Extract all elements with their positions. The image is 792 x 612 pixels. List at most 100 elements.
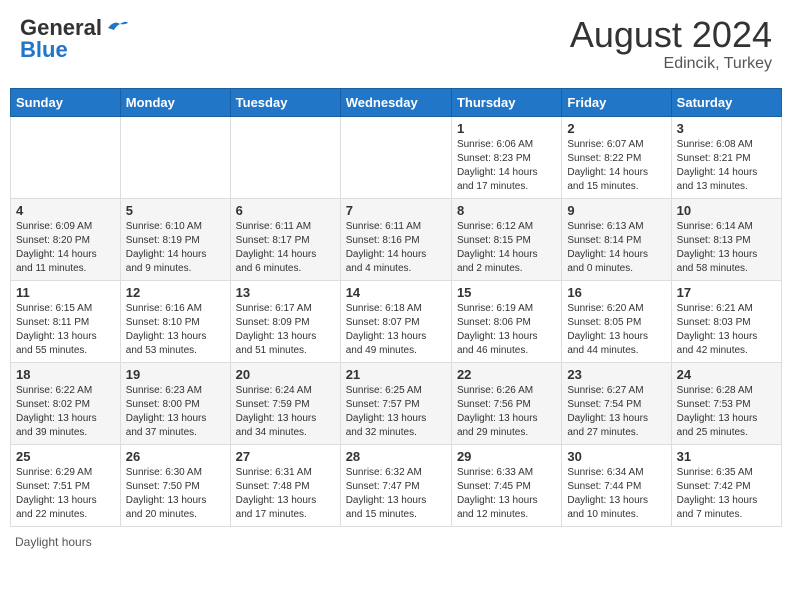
calendar-cell: 6 Sunrise: 6:11 AM Sunset: 8:17 PM Daylig… [230, 198, 340, 280]
calendar-week-row: 18 Sunrise: 6:22 AM Sunset: 8:02 PM Dayli… [11, 362, 782, 444]
day-info: Sunrise: 6:07 AM Sunset: 8:22 PM Dayligh… [567, 138, 665, 194]
day-number: 4 [16, 203, 115, 218]
location: Edincik, Turkey [570, 55, 772, 73]
calendar-cell: 23 Sunrise: 6:27 AM Sunset: 7:54 PM Dayli… [562, 362, 671, 444]
calendar-cell: 10 Sunrise: 6:14 AM Sunset: 8:13 PM Dayli… [671, 198, 781, 280]
day-info: Sunrise: 6:14 AM Sunset: 8:13 PM Dayligh… [677, 220, 776, 276]
day-number: 8 [457, 203, 556, 218]
calendar-cell: 27 Sunrise: 6:31 AM Sunset: 7:48 PM Dayli… [230, 444, 340, 526]
day-number: 28 [346, 449, 446, 464]
day-info: Sunrise: 6:19 AM Sunset: 8:06 PM Dayligh… [457, 302, 556, 358]
calendar-cell: 31 Sunrise: 6:35 AM Sunset: 7:42 PM Dayli… [671, 444, 781, 526]
day-info: Sunrise: 6:16 AM Sunset: 8:10 PM Dayligh… [126, 302, 225, 358]
day-number: 2 [567, 121, 665, 136]
day-info: Sunrise: 6:28 AM Sunset: 7:53 PM Dayligh… [677, 384, 776, 440]
calendar-cell: 13 Sunrise: 6:17 AM Sunset: 8:09 PM Dayli… [230, 280, 340, 362]
calendar-week-row: 1 Sunrise: 6:06 AM Sunset: 8:23 PM Daylig… [11, 116, 782, 198]
day-info: Sunrise: 6:08 AM Sunset: 8:21 PM Dayligh… [677, 138, 776, 194]
calendar-day-header: Sunday [11, 88, 121, 116]
day-info: Sunrise: 6:25 AM Sunset: 7:57 PM Dayligh… [346, 384, 446, 440]
day-number: 9 [567, 203, 665, 218]
calendar-cell: 30Sunrise: 6:34 AM Sunset: 7:44 PM Dayli… [562, 444, 671, 526]
calendar-cell: 8 Sunrise: 6:12 AM Sunset: 8:15 PM Daylig… [451, 198, 561, 280]
day-number: 6 [236, 203, 335, 218]
day-info: Sunrise: 6:35 AM Sunset: 7:42 PM Dayligh… [677, 466, 776, 522]
day-number: 10 [677, 203, 776, 218]
calendar-day-header: Saturday [671, 88, 781, 116]
calendar-cell: 28Sunrise: 6:32 AM Sunset: 7:47 PM Dayli… [340, 444, 451, 526]
day-info: Sunrise: 6:26 AM Sunset: 7:56 PM Dayligh… [457, 384, 556, 440]
day-number: 1 [457, 121, 556, 136]
day-info: Sunrise: 6:15 AM Sunset: 8:11 PM Dayligh… [16, 302, 115, 358]
calendar-day-header: Tuesday [230, 88, 340, 116]
calendar-week-row: 4Sunrise: 6:09 AM Sunset: 8:20 PM Daylig… [11, 198, 782, 280]
calendar-cell: 24 Sunrise: 6:28 AM Sunset: 7:53 PM Dayli… [671, 362, 781, 444]
day-number: 27 [236, 449, 335, 464]
calendar-cell: 25 Sunrise: 6:29 AM Sunset: 7:51 PM Dayli… [11, 444, 121, 526]
day-number: 24 [677, 367, 776, 382]
day-info: Sunrise: 6:27 AM Sunset: 7:54 PM Dayligh… [567, 384, 665, 440]
calendar-cell: 17 Sunrise: 6:21 AM Sunset: 8:03 PM Dayli… [671, 280, 781, 362]
day-info: Sunrise: 6:29 AM Sunset: 7:51 PM Dayligh… [16, 466, 115, 522]
day-info: Sunrise: 6:33 AM Sunset: 7:45 PM Dayligh… [457, 466, 556, 522]
calendar-cell: 18 Sunrise: 6:22 AM Sunset: 8:02 PM Dayli… [11, 362, 121, 444]
logo-bird-icon [106, 18, 128, 36]
day-info: Sunrise: 6:06 AM Sunset: 8:23 PM Dayligh… [457, 138, 556, 194]
day-info: Sunrise: 6:11 AM Sunset: 8:17 PM Dayligh… [236, 220, 335, 276]
day-number: 31 [677, 449, 776, 464]
calendar-cell: 12 Sunrise: 6:16 AM Sunset: 8:10 PM Dayli… [120, 280, 230, 362]
calendar-day-header: Monday [120, 88, 230, 116]
day-info: Sunrise: 6:34 AM Sunset: 7:44 PM Dayligh… [567, 466, 665, 522]
day-number: 13 [236, 285, 335, 300]
day-number: 17 [677, 285, 776, 300]
day-info: Sunrise: 6:11 AM Sunset: 8:16 PM Dayligh… [346, 220, 446, 276]
calendar-cell: 16Sunrise: 6:20 AM Sunset: 8:05 PM Dayli… [562, 280, 671, 362]
calendar-week-row: 11 Sunrise: 6:15 AM Sunset: 8:11 PM Dayli… [11, 280, 782, 362]
calendar-cell: 7 Sunrise: 6:11 AM Sunset: 8:16 PM Daylig… [340, 198, 451, 280]
day-number: 23 [567, 367, 665, 382]
month-title: August 2024 [570, 15, 772, 55]
calendar-cell: 9 Sunrise: 6:13 AM Sunset: 8:14 PM Daylig… [562, 198, 671, 280]
calendar-header-row: SundayMondayTuesdayWednesdayThursdayFrid… [11, 88, 782, 116]
day-info: Sunrise: 6:20 AM Sunset: 8:05 PM Dayligh… [567, 302, 665, 358]
day-number: 22 [457, 367, 556, 382]
footer: Daylight hours [10, 535, 782, 549]
calendar-cell [120, 116, 230, 198]
calendar-day-header: Wednesday [340, 88, 451, 116]
day-number: 12 [126, 285, 225, 300]
day-info: Sunrise: 6:31 AM Sunset: 7:48 PM Dayligh… [236, 466, 335, 522]
day-number: 14 [346, 285, 446, 300]
day-info: Sunrise: 6:10 AM Sunset: 8:19 PM Dayligh… [126, 220, 225, 276]
calendar-cell: 20Sunrise: 6:24 AM Sunset: 7:59 PM Dayli… [230, 362, 340, 444]
day-number: 3 [677, 121, 776, 136]
day-number: 7 [346, 203, 446, 218]
day-number: 29 [457, 449, 556, 464]
page-header: General Blue August 2024 Edincik, Turkey [10, 10, 782, 78]
day-info: Sunrise: 6:13 AM Sunset: 8:14 PM Dayligh… [567, 220, 665, 276]
day-info: Sunrise: 6:18 AM Sunset: 8:07 PM Dayligh… [346, 302, 446, 358]
calendar-cell [340, 116, 451, 198]
logo-blue: Blue [20, 37, 68, 63]
day-info: Sunrise: 6:21 AM Sunset: 8:03 PM Dayligh… [677, 302, 776, 358]
calendar-cell [230, 116, 340, 198]
day-number: 18 [16, 367, 115, 382]
day-number: 11 [16, 285, 115, 300]
day-info: Sunrise: 6:22 AM Sunset: 8:02 PM Dayligh… [16, 384, 115, 440]
calendar-week-row: 25 Sunrise: 6:29 AM Sunset: 7:51 PM Dayli… [11, 444, 782, 526]
day-info: Sunrise: 6:17 AM Sunset: 8:09 PM Dayligh… [236, 302, 335, 358]
calendar-cell: 3 Sunrise: 6:08 AM Sunset: 8:21 PM Daylig… [671, 116, 781, 198]
day-number: 21 [346, 367, 446, 382]
calendar-cell: 1 Sunrise: 6:06 AM Sunset: 8:23 PM Daylig… [451, 116, 561, 198]
calendar-cell: 22 Sunrise: 6:26 AM Sunset: 7:56 PM Dayli… [451, 362, 561, 444]
day-info: Sunrise: 6:12 AM Sunset: 8:15 PM Dayligh… [457, 220, 556, 276]
calendar-cell: 5Sunrise: 6:10 AM Sunset: 8:19 PM Daylig… [120, 198, 230, 280]
day-info: Sunrise: 6:24 AM Sunset: 7:59 PM Dayligh… [236, 384, 335, 440]
calendar-cell: 26Sunrise: 6:30 AM Sunset: 7:50 PM Dayli… [120, 444, 230, 526]
calendar-cell: 21 Sunrise: 6:25 AM Sunset: 7:57 PM Dayli… [340, 362, 451, 444]
day-number: 25 [16, 449, 115, 464]
calendar-day-header: Friday [562, 88, 671, 116]
day-number: 15 [457, 285, 556, 300]
day-info: Sunrise: 6:30 AM Sunset: 7:50 PM Dayligh… [126, 466, 225, 522]
calendar-table: SundayMondayTuesdayWednesdayThursdayFrid… [10, 88, 782, 527]
calendar-cell: 2 Sunrise: 6:07 AM Sunset: 8:22 PM Daylig… [562, 116, 671, 198]
